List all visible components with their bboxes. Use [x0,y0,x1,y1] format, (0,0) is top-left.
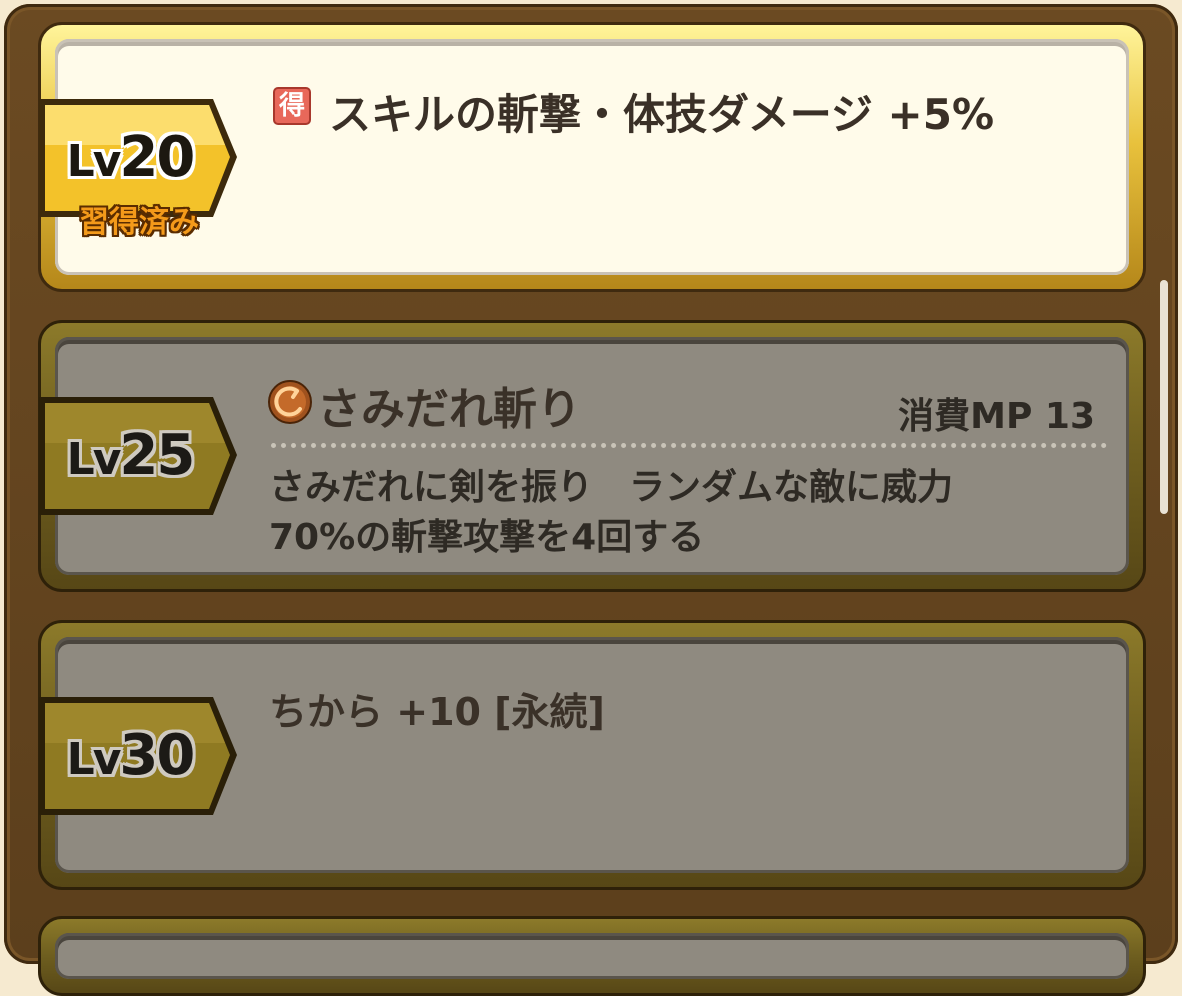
scrollbar[interactable] [1160,280,1168,514]
level-prefix: Lv [66,434,122,485]
slash-skill-icon [268,380,312,424]
level-prefix: Lv [66,136,122,187]
level-tag-lv30: Lv30 [35,693,243,821]
divider [271,443,1107,448]
passive-badge-icon: 得 [273,87,311,125]
skill-card-lv30[interactable]: Lv30 ちから +10 [永続] [38,620,1146,890]
skill-title: スキルの斬撃・体技ダメージ +5% [329,90,995,139]
learned-status-label: 習得済み [79,205,199,240]
skill-title: ちから +10 [永続] [269,690,605,734]
skill-description-line1: さみだれに剣を振り ランダムな敵に威力 [269,467,954,508]
skill-card-lv25[interactable]: Lv25 さみだれ斬り 消費MP 13 さみだれに剣を振り ランダムな敵に威力 … [38,320,1146,592]
level-number: 25 [119,423,195,488]
level-number: 20 [119,125,195,190]
skill-card-lv20[interactable]: Lv20 習得済み 得 スキルの斬撃・体技ダメージ +5% [38,22,1146,292]
level-tag-lv25: Lv25 [35,393,243,521]
mp-cost: 消費MP 13 [898,396,1095,437]
skill-title: さみだれ斬り [317,384,581,435]
skill-card-next[interactable] [38,916,1146,996]
skill-description-line2: 70%の斬撃攻撃を4回する [269,517,705,558]
level-prefix: Lv [66,734,122,785]
level-number: 30 [119,723,195,788]
